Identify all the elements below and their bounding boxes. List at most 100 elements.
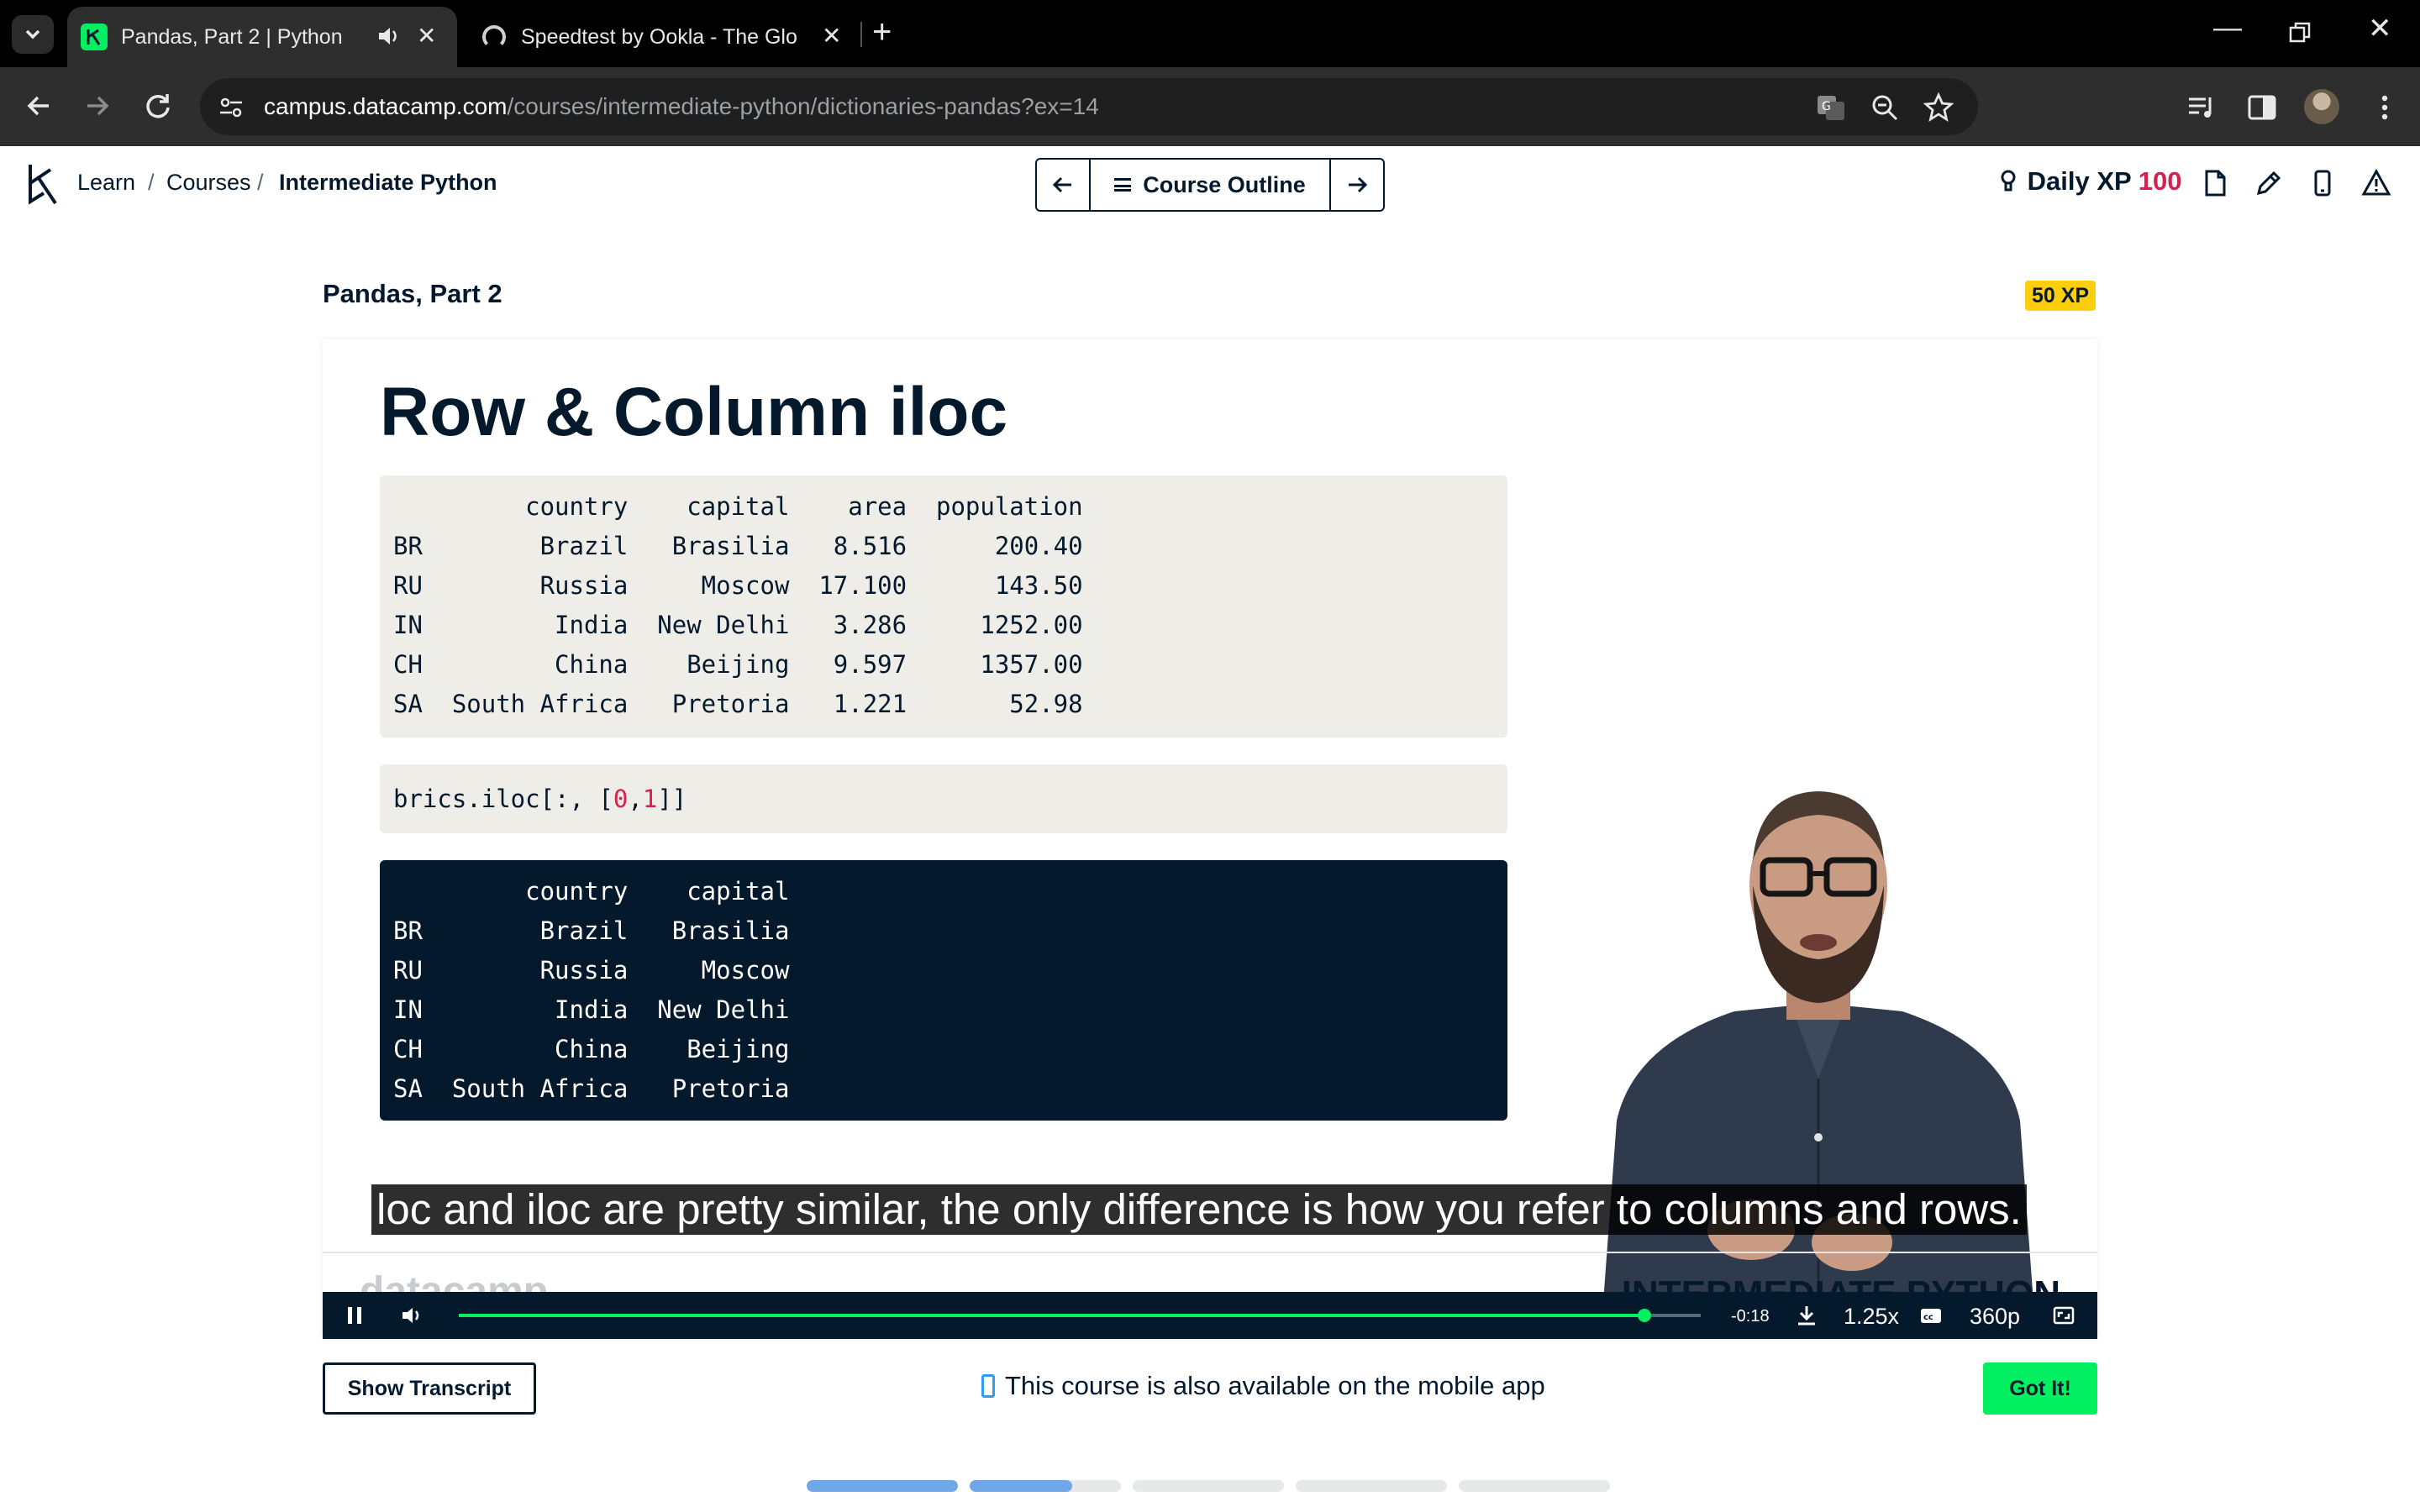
mobile-phone-icon[interactable] <box>2307 168 2338 198</box>
dataframe-line: IN India New Delhi 3.286 1252.00 <box>393 611 1083 639</box>
course-navigation: Course Outline <box>1035 158 1385 212</box>
output-line: BR Brazil Brasilia <box>393 916 790 945</box>
code-number: 1 <box>642 785 658 813</box>
chevron-down-icon <box>25 29 40 39</box>
video-caption: loc and iloc are pretty similar, the onl… <box>371 1184 2027 1235</box>
code-input: brics.iloc[:, [0,1]] <box>380 764 1507 833</box>
datacamp-logo-icon[interactable] <box>24 161 60 207</box>
output-line: CH China Beijing <box>393 1035 790 1063</box>
slide-heading: Row & Column iloc <box>380 374 1008 450</box>
exercise-progress-fill <box>970 1480 1073 1492</box>
volume-icon[interactable] <box>400 1304 424 1327</box>
code-output: country capital BR Brazil Brasilia RU Ru… <box>380 860 1507 1121</box>
ookla-favicon-icon <box>482 25 506 49</box>
show-transcript-button[interactable]: Show Transcript <box>323 1362 536 1415</box>
close-tab-icon[interactable]: ✕ <box>822 22 841 50</box>
zoom-icon[interactable] <box>1869 92 1901 123</box>
close-tab-icon[interactable]: ✕ <box>417 22 436 50</box>
daily-xp[interactable]: Daily XP 100 <box>1996 166 2182 197</box>
daily-xp-label: Daily XP <box>2027 166 2132 196</box>
slide-footer-divider <box>323 1252 2097 1253</box>
bookmark-star-icon[interactable] <box>1923 92 1954 123</box>
reload-icon[interactable] <box>141 89 175 123</box>
url-host: campus.datacamp.com <box>264 93 508 119</box>
code-comma: , <box>628 785 643 813</box>
course-outline-label: Course Outline <box>1143 171 1306 197</box>
datacamp-favicon-icon <box>81 24 108 50</box>
browser-toolbar: campus.datacamp.com/courses/intermediate… <box>0 67 2420 146</box>
address-bar[interactable]: campus.datacamp.com/courses/intermediate… <box>200 78 1978 135</box>
output-line: RU Russia Moscow <box>393 956 790 984</box>
code-prefix: brics.iloc[:, [ <box>393 785 613 813</box>
playback-speed[interactable]: 1.25x <box>1844 1304 1899 1330</box>
dataframe-line: CH China Beijing 9.597 1357.00 <box>393 650 1083 679</box>
breadcrumb-course: Intermediate Python <box>279 170 497 195</box>
lightbulb-icon <box>2001 170 2016 192</box>
code-suffix: ]] <box>657 785 687 813</box>
output-line: SA South Africa Pretoria <box>393 1074 790 1103</box>
xp-badge: 50 XP <box>2025 281 2096 311</box>
exercise-progress-segment[interactable] <box>807 1480 958 1492</box>
fullscreen-icon[interactable] <box>2052 1304 2075 1327</box>
exercise-progress-segment[interactable] <box>1459 1480 1610 1492</box>
breadcrumb-learn[interactable]: Learn <box>77 170 135 196</box>
exercise-progress-segment[interactable] <box>970 1480 1121 1492</box>
time-remaining: -0:18 <box>1731 1307 1770 1326</box>
next-exercise-button[interactable] <box>1331 160 1383 210</box>
tab-separator <box>860 22 862 47</box>
got-it-button[interactable]: Got It! <box>1983 1362 2097 1415</box>
profile-avatar[interactable] <box>2304 89 2339 124</box>
tab-title: Pandas, Part 2 | Python <box>121 25 343 49</box>
exercise-progress-segment[interactable] <box>1133 1480 1284 1492</box>
svg-text:cc: cc <box>1923 1313 1933 1322</box>
exercise-progress-segment[interactable] <box>1296 1480 1447 1492</box>
media-control-icon[interactable] <box>2185 91 2218 124</box>
url-text[interactable]: campus.datacamp.com/courses/intermediate… <box>264 93 1099 120</box>
course-outline-button[interactable]: Course Outline <box>1091 160 1331 210</box>
dataframe-line: BR Brazil Brasilia 8.516 200.40 <box>393 532 1083 560</box>
exercise-progress-fill <box>807 1480 958 1492</box>
close-window-icon[interactable]: ✕ <box>2368 12 2392 45</box>
menu-icon <box>1114 178 1132 192</box>
arrow-left-icon <box>1052 176 1071 193</box>
dataframe-display: country capital area population BR Brazi… <box>380 475 1507 738</box>
forward-arrow-icon[interactable] <box>81 89 114 123</box>
edit-pencil-icon[interactable] <box>2254 168 2284 198</box>
mobile-app-notice: This course is also available on the mob… <box>981 1371 1545 1401</box>
slides-document-icon[interactable] <box>2200 168 2230 198</box>
site-info-icon[interactable] <box>217 93 245 122</box>
new-tab-icon[interactable]: + <box>872 13 892 51</box>
breadcrumb-courses[interactable]: Courses <box>166 170 251 196</box>
pause-icon[interactable] <box>343 1304 366 1327</box>
minimize-icon[interactable]: — <box>2213 12 2242 45</box>
video-player[interactable]: Row & Column iloc country capital area p… <box>323 339 2097 1337</box>
closed-captions-icon[interactable]: cc <box>1919 1304 1943 1327</box>
dataframe-line: SA South Africa Pretoria 1.221 52.98 <box>393 690 1083 718</box>
output-line: country capital <box>393 877 790 906</box>
video-quality[interactable]: 360p <box>1970 1304 2020 1330</box>
breadcrumb-separator: / <box>257 170 264 195</box>
tab-search-button[interactable] <box>12 15 54 54</box>
download-icon[interactable] <box>1795 1304 1818 1327</box>
tab-pandas[interactable]: Pandas, Part 2 | Python ✕ <box>67 7 457 67</box>
more-menu-icon[interactable] <box>2368 91 2402 124</box>
svg-text:G: G <box>1822 100 1831 113</box>
back-arrow-icon[interactable] <box>22 89 55 123</box>
seek-handle[interactable] <box>1638 1309 1652 1322</box>
presenter-video-image <box>1600 791 2037 1337</box>
warning-report-icon[interactable] <box>2361 168 2391 198</box>
translate-icon[interactable]: G <box>1815 92 1847 123</box>
side-panel-icon[interactable] <box>2245 91 2279 124</box>
phone-icon <box>981 1374 995 1398</box>
code-number: 0 <box>613 785 629 813</box>
daily-xp-value: 100 <box>2138 166 2182 196</box>
seek-bar[interactable] <box>459 1309 1701 1322</box>
lesson-title: Pandas, Part 2 <box>323 279 502 308</box>
speaker-icon[interactable] <box>375 22 403 50</box>
tab-speedtest[interactable]: Speedtest by Ookla - The Global Broadban… <box>467 7 862 67</box>
breadcrumb-separator: / <box>148 170 155 195</box>
previous-exercise-button[interactable] <box>1037 160 1091 210</box>
output-line: IN India New Delhi <box>393 995 790 1024</box>
mobile-app-notice-text: This course is also available on the mob… <box>1005 1371 1545 1400</box>
restore-icon[interactable] <box>2289 22 2311 44</box>
